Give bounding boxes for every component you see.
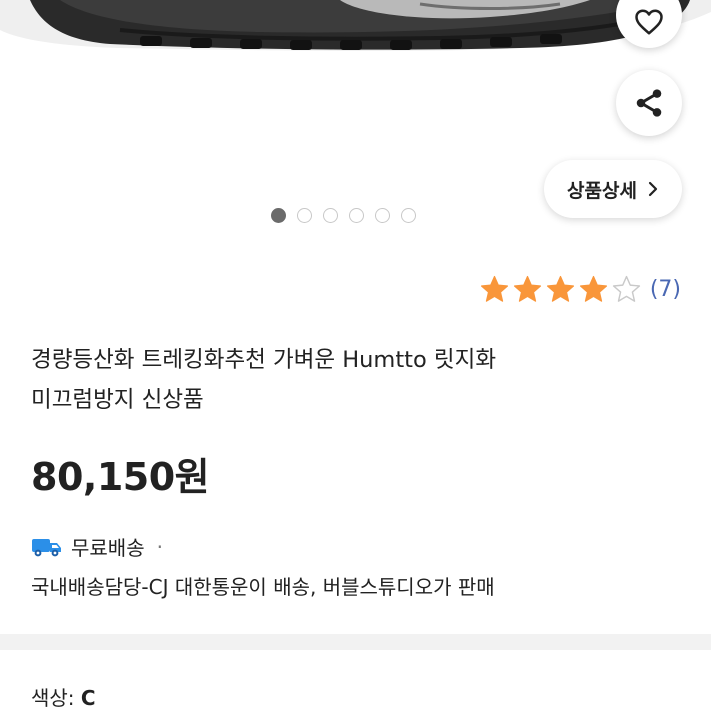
star-filled-icon bbox=[579, 275, 607, 302]
star-filled-icon bbox=[546, 275, 574, 302]
pagination-dot[interactable] bbox=[401, 208, 416, 223]
pagination-dot[interactable] bbox=[375, 208, 390, 223]
shipping-description: 국내배송담당-CJ 대한통운이 배송, 버블스튜디오가 판매 bbox=[31, 575, 495, 599]
pagination-dot[interactable] bbox=[297, 208, 312, 223]
product-image bbox=[0, 0, 711, 60]
product-title-line: 미끄럼방지 신상품 bbox=[31, 387, 204, 413]
truck-icon bbox=[32, 538, 61, 556]
share-icon bbox=[636, 89, 662, 117]
product-detail-button[interactable]: 상품상세 bbox=[544, 160, 682, 218]
separator-dot: · bbox=[156, 534, 163, 559]
selected-option: 색상: C bbox=[31, 682, 96, 711]
product-image-area[interactable]: 상품상세 bbox=[0, 0, 711, 250]
heart-outline-icon bbox=[635, 9, 663, 35]
option-label: 색상: bbox=[31, 686, 81, 710]
rating[interactable]: (7) bbox=[479, 274, 681, 305]
product-detail-label: 상품상세 bbox=[567, 179, 637, 202]
review-count[interactable]: (7) bbox=[650, 277, 681, 302]
star-empty-icon bbox=[612, 275, 640, 302]
product-price: 80,150원 bbox=[31, 455, 210, 499]
section-divider bbox=[0, 634, 711, 650]
product-title: 경량등산화 트레킹화추천 가벼운 Humtto 릿지화 미끄럼방지 신상품 bbox=[31, 340, 681, 420]
star-filled-icon bbox=[480, 275, 508, 302]
share-button[interactable] bbox=[616, 70, 682, 136]
option-value: C bbox=[80, 686, 96, 710]
free-shipping-label: 무료배송 bbox=[71, 536, 145, 560]
pagination-dot[interactable] bbox=[349, 208, 364, 223]
shipping-info: 무료배송 · bbox=[31, 532, 163, 561]
star-filled-icon bbox=[513, 275, 541, 302]
chevron-right-icon bbox=[648, 181, 658, 197]
pagination-dot[interactable] bbox=[323, 208, 338, 223]
image-pagination bbox=[271, 208, 416, 223]
pagination-dot[interactable] bbox=[271, 208, 286, 223]
product-title-line: 경량등산화 트레킹화추천 가벼운 Humtto 릿지화 bbox=[31, 347, 497, 373]
